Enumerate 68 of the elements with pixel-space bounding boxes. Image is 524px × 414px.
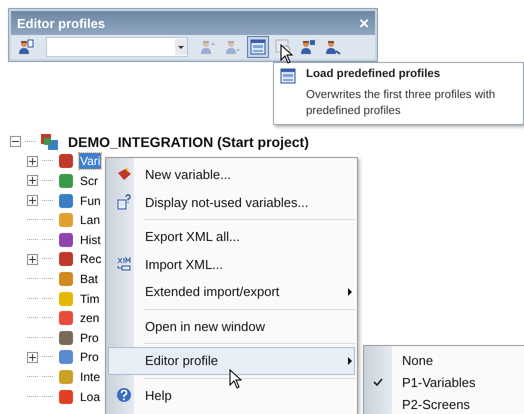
menu-item[interactable]: Help xyxy=(108,382,355,409)
expand-toggle[interactable] xyxy=(27,156,38,167)
tree-item[interactable]: Loa xyxy=(79,388,102,405)
tooltip-description: Overwrites the first three profiles with predefined profiles xyxy=(306,88,496,119)
tree-item[interactable]: Pro xyxy=(79,349,100,366)
plus-icon xyxy=(29,197,36,204)
module-icon xyxy=(57,368,75,386)
tree-item[interactable]: Lan xyxy=(79,212,102,228)
tree-item[interactable]: Inte xyxy=(79,368,102,385)
module-icon xyxy=(57,230,75,249)
tree-item[interactable]: Hist xyxy=(79,232,102,248)
menu-item[interactable]: New variable... xyxy=(108,161,355,188)
project-icon xyxy=(40,132,60,152)
tree-item[interactable]: Rec xyxy=(79,251,102,268)
module-icon xyxy=(57,348,75,366)
tree-item[interactable]: Fun xyxy=(79,192,102,209)
plus-icon xyxy=(29,177,36,184)
submenu-arrow-icon xyxy=(346,356,354,366)
expand-toggle[interactable] xyxy=(27,175,38,186)
user-save-icon xyxy=(300,39,316,55)
module-icon xyxy=(57,172,75,190)
collapse-toggle[interactable] xyxy=(10,136,21,148)
plus-icon xyxy=(29,354,36,361)
menu-item[interactable]: Export XML all... xyxy=(108,223,355,250)
panel-title: Editor profiles xyxy=(17,16,106,30)
user-document-icon xyxy=(18,39,34,55)
module-icon xyxy=(57,388,75,406)
menu-item[interactable]: Extended import/export xyxy=(108,278,355,306)
module-icon xyxy=(57,270,75,288)
expand-toggle[interactable] xyxy=(27,352,38,363)
menu-item[interactable]: Editor profile xyxy=(108,347,355,374)
module-icon xyxy=(57,328,75,347)
module-icon xyxy=(57,250,75,268)
tree-item[interactable]: zen xyxy=(79,310,100,326)
tree-item[interactable]: Scr xyxy=(79,172,99,189)
tree-item[interactable]: Bat xyxy=(79,270,100,287)
help-icon xyxy=(116,387,132,404)
toolbar-button[interactable] xyxy=(247,36,269,58)
menu-item[interactable]: Open in new window xyxy=(108,312,355,340)
submenu-item[interactable]: None xyxy=(364,349,524,371)
user-down-icon xyxy=(225,39,241,55)
user-edit-icon xyxy=(325,39,341,55)
document-question-icon xyxy=(116,194,132,210)
module-icon xyxy=(57,290,75,308)
plus-icon xyxy=(29,158,36,165)
module-icon xyxy=(57,192,75,210)
submenu-item[interactable]: P2-Screens xyxy=(364,393,524,414)
submenu-arrow-icon xyxy=(346,286,354,297)
expand-toggle[interactable] xyxy=(27,254,38,265)
project-name[interactable]: DEMO_INTEGRATION (Start project) xyxy=(68,134,309,150)
xml-import-icon xyxy=(116,256,132,272)
window-list-icon xyxy=(250,39,266,55)
cube-icon xyxy=(116,166,132,183)
plus-icon xyxy=(29,256,36,263)
expand-toggle[interactable] xyxy=(27,195,38,206)
user-up-icon xyxy=(200,39,216,55)
tooltip-title: Load predefined profiles xyxy=(306,68,442,82)
module-icon xyxy=(57,309,75,328)
module-icon xyxy=(57,152,75,170)
submenu-item[interactable]: P1-Variables xyxy=(364,371,524,393)
menu-item[interactable]: Import XML... xyxy=(108,250,355,278)
tree-item[interactable]: Pro xyxy=(79,330,100,346)
window-list-icon xyxy=(280,68,296,84)
module-icon xyxy=(57,211,75,230)
tree-item[interactable]: Tim xyxy=(79,290,101,307)
menu-item[interactable]: Display not-used variables... xyxy=(108,188,355,216)
mouse-pointer-icon xyxy=(229,369,243,389)
tree-item[interactable]: Vari xyxy=(79,153,102,170)
